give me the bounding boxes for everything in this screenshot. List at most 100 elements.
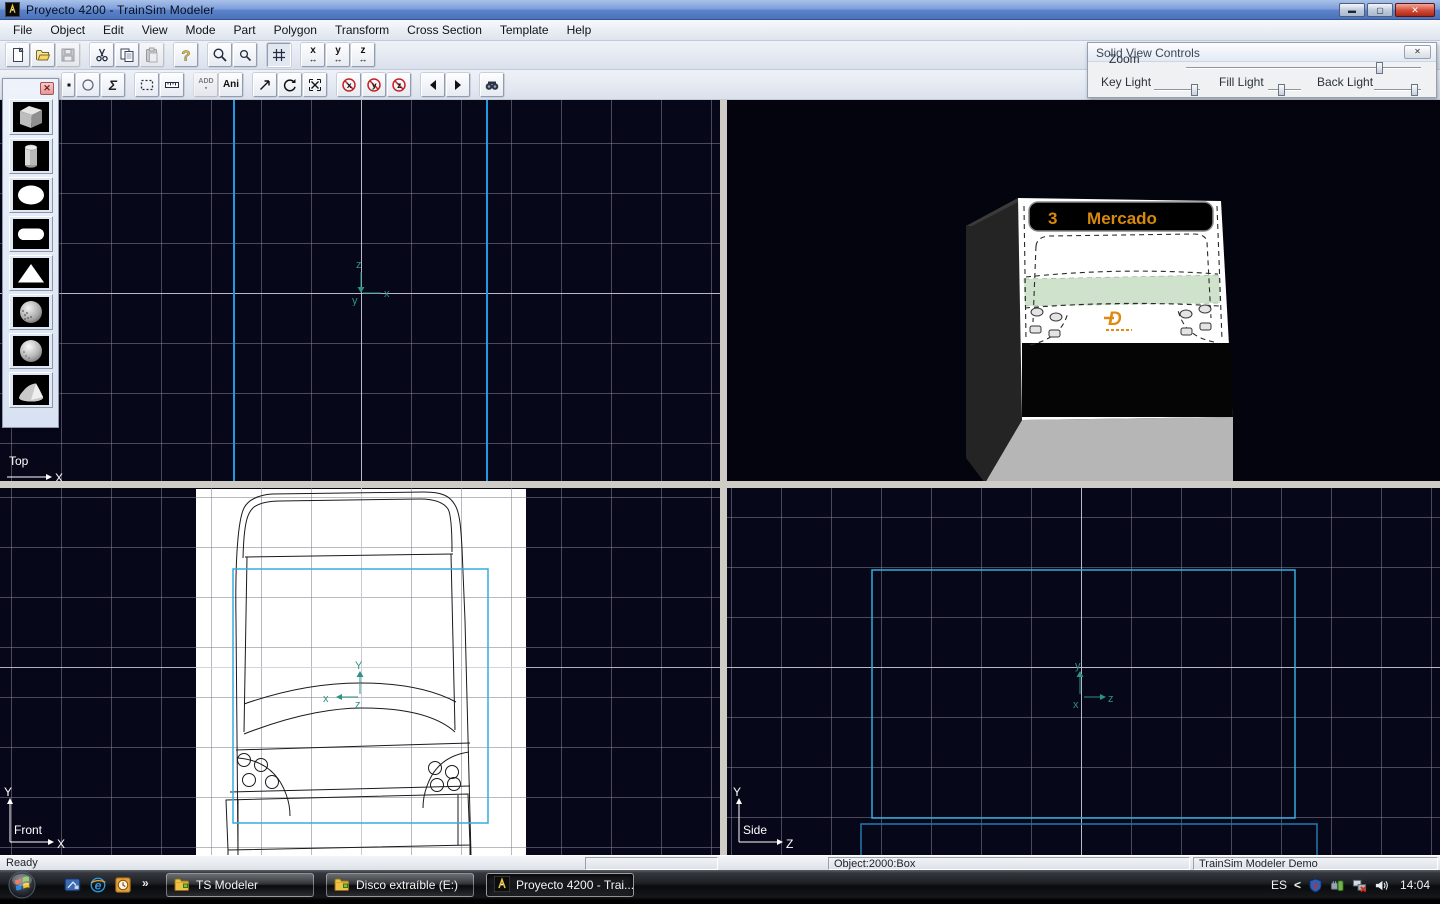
find-button[interactable] xyxy=(480,73,504,97)
palette-item-sphere[interactable] xyxy=(9,333,53,369)
menu-item-file[interactable]: File xyxy=(4,21,41,39)
maximize-button[interactable]: ▢ xyxy=(1367,3,1393,17)
minimize-button[interactable]: ▬ xyxy=(1339,3,1365,17)
network-disconnected-icon[interactable] xyxy=(1352,878,1367,893)
status-bar: Ready Object:2000:Box TrainSim Modeler D… xyxy=(0,855,1440,870)
svc-title-bar[interactable]: Solid View Controls ✕ xyxy=(1088,43,1436,62)
internet-explorer-icon[interactable]: e xyxy=(89,876,108,895)
palette-close-icon[interactable]: ✕ xyxy=(40,82,54,95)
taskbar-button-label: TS Modeler xyxy=(196,878,258,892)
menu-item-mode[interactable]: Mode xyxy=(177,21,225,39)
menu-item-template[interactable]: Template xyxy=(491,21,558,39)
menu-item-part[interactable]: Part xyxy=(225,21,265,39)
palette-item-cylinder[interactable] xyxy=(9,138,53,174)
key-light-slider-track[interactable] xyxy=(1154,89,1200,91)
palette-item-sphere-flat[interactable] xyxy=(9,177,53,213)
menu-bar: FileObjectEditViewModePartPolygonTransfo… xyxy=(0,20,1440,41)
viewport-side[interactable]: y x z Y Side Z xyxy=(727,488,1440,855)
status-license-panel: TrainSim Modeler Demo xyxy=(1193,857,1438,870)
menu-item-transform[interactable]: Transform xyxy=(326,21,398,39)
clock-launcher-icon[interactable] xyxy=(114,876,133,895)
menu-item-help[interactable]: Help xyxy=(558,21,601,39)
zoom-slider-label: Zoom xyxy=(1109,52,1140,66)
zoom-slider-track[interactable] xyxy=(1186,67,1421,69)
key-light-slider-thumb[interactable] xyxy=(1191,84,1198,96)
palette-item-hemisphere[interactable] xyxy=(9,372,53,408)
new-button[interactable] xyxy=(6,43,30,67)
sphere-icon xyxy=(13,336,49,366)
measure-button[interactable] xyxy=(160,73,184,97)
menu-item-edit[interactable]: Edit xyxy=(94,21,133,39)
svg-text:z: z xyxy=(355,699,361,710)
viewport-top[interactable]: z y x Top X xyxy=(0,100,720,481)
lock-y-button[interactable]: y xyxy=(362,73,386,97)
spline-button[interactable]: Σ xyxy=(101,73,125,97)
circle-button[interactable] xyxy=(76,73,100,97)
menu-item-polygon[interactable]: Polygon xyxy=(265,21,326,39)
zoom-slider-thumb[interactable] xyxy=(1376,62,1383,74)
point-button[interactable] xyxy=(62,73,75,97)
svg-text:3: 3 xyxy=(1048,209,1057,228)
save-button[interactable] xyxy=(56,43,80,67)
viewport-solid-3d[interactable]: 3 Mercado xyxy=(727,100,1440,481)
taskbar-button-ts-modeler[interactable]: TS Modeler xyxy=(166,873,314,897)
fill-light-slider-track[interactable] xyxy=(1268,89,1301,91)
taskbar-clock[interactable]: 14:04 xyxy=(1400,878,1430,892)
menu-item-view[interactable]: View xyxy=(133,21,177,39)
palette-item-box[interactable] xyxy=(9,99,53,135)
mirror-z-button[interactable]: z↔ xyxy=(351,43,375,67)
svg-text:x: x xyxy=(323,693,329,705)
svc-close-icon[interactable]: ✕ xyxy=(1404,45,1431,59)
show-desktop-icon[interactable] xyxy=(64,876,83,895)
copy-button[interactable] xyxy=(115,43,139,67)
move-button[interactable] xyxy=(253,73,277,97)
mirror-x-button[interactable]: x↔ xyxy=(301,43,325,67)
open-button[interactable] xyxy=(31,43,55,67)
fill-light-slider-thumb[interactable] xyxy=(1278,84,1285,96)
paste-button[interactable] xyxy=(140,43,164,67)
menu-item-object[interactable]: Object xyxy=(41,21,94,39)
svg-text:z: z xyxy=(356,259,362,271)
zoom-out-button[interactable] xyxy=(233,43,257,67)
back-light-slider-label: Back Light xyxy=(1317,75,1373,89)
antivirus-shield-icon[interactable]: V xyxy=(1308,878,1323,893)
tray-expand-chevron[interactable]: < xyxy=(1294,878,1301,892)
previous-button[interactable] xyxy=(421,73,445,97)
animation-button[interactable]: Ani xyxy=(219,73,243,97)
cone-icon xyxy=(13,258,49,288)
next-button[interactable] xyxy=(446,73,470,97)
close-button[interactable]: ✕ xyxy=(1395,3,1435,17)
viewport-front[interactable]: Y x z Y Front X xyxy=(0,488,720,855)
scale-button[interactable] xyxy=(303,73,327,97)
menu-item-cross-section[interactable]: Cross Section xyxy=(398,21,491,39)
taskbar-button-proyecto-4200-trai-[interactable]: Proyecto 4200 - Trai... xyxy=(486,873,634,897)
quick-launch-overflow-chevron[interactable]: » xyxy=(142,876,149,890)
lower-part-wire xyxy=(861,824,1317,855)
help-button[interactable]: ? xyxy=(174,43,198,67)
zoom-in-button[interactable] xyxy=(208,43,232,67)
power-plug-icon[interactable] xyxy=(1330,878,1345,893)
grid-toggle-button[interactable] xyxy=(267,43,291,67)
cylinder-icon xyxy=(13,141,49,171)
fill-light-slider-label: Fill Light xyxy=(1219,75,1264,89)
palette-item-geosphere[interactable] xyxy=(9,294,53,330)
palette-item-capsule[interactable] xyxy=(9,216,53,252)
lock-x-button[interactable]: x xyxy=(337,73,361,97)
volume-icon[interactable] xyxy=(1374,878,1389,893)
start-button[interactable] xyxy=(8,871,36,899)
palette-title-bar[interactable]: ✕ xyxy=(3,79,58,97)
cut-button[interactable] xyxy=(90,43,114,67)
rotate-button[interactable] xyxy=(278,73,302,97)
svg-text:Y: Y xyxy=(733,785,741,799)
language-indicator[interactable]: ES xyxy=(1271,878,1287,892)
mirror-y-button[interactable]: y↔ xyxy=(326,43,350,67)
status-message: Ready xyxy=(6,857,38,869)
lock-z-button[interactable]: z xyxy=(387,73,411,97)
add-point-button[interactable]: ADD▪ xyxy=(194,73,218,97)
palette-item-cone[interactable] xyxy=(9,255,53,291)
back-light-slider-thumb[interactable] xyxy=(1411,84,1418,96)
taskbar-button-disco-extra-ble-e-[interactable]: Disco extraíble (E:) xyxy=(326,873,474,897)
back-light-slider-track[interactable] xyxy=(1374,89,1421,91)
svg-text:x: x xyxy=(1073,699,1079,710)
marquee-select-button[interactable] xyxy=(135,73,159,97)
